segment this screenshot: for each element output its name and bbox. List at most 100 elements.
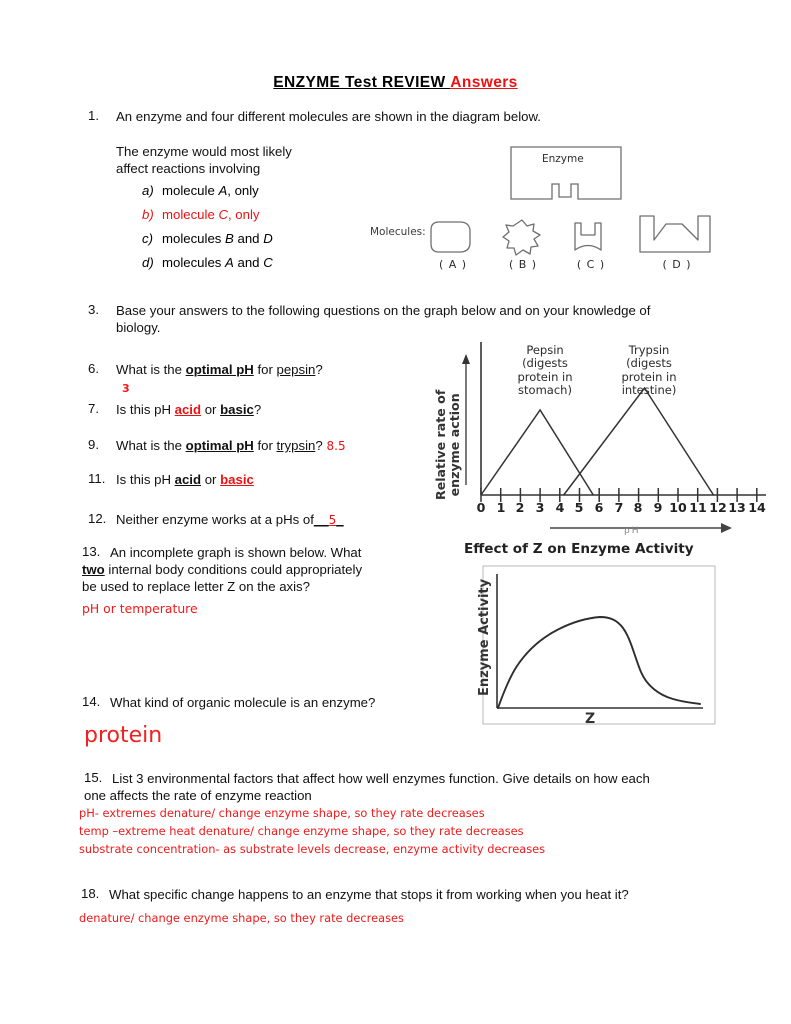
q1-choice-c[interactable]: c) molecules B and D (142, 230, 273, 247)
q11-option-acid[interactable]: acid (175, 472, 201, 487)
enzyme-activity-ylabel: Enzyme Activity (477, 578, 492, 696)
ph-tick-6: 6 (594, 500, 604, 515)
q18-text: What specific change happens to an enzym… (109, 887, 629, 902)
q9-text-c: ? (315, 438, 323, 453)
ph-chart-plot (462, 342, 766, 533)
q9-text-b: for (253, 438, 277, 453)
ph-tick-3: 3 (535, 500, 545, 515)
q6-enzyme-name: pepsin (276, 362, 316, 377)
q13-two-emphasis: two (82, 562, 105, 577)
molecule-c-caption: ( C ) (576, 258, 606, 271)
molecule-c-shape-icon (574, 222, 602, 251)
ph-tick-7: 7 (614, 500, 624, 515)
ph-tick-14: 14 (748, 500, 766, 515)
document-page: ENZYME Test REVIEW Answers 1. An enzyme … (0, 0, 791, 1024)
q15-answer-3: substrate concentration- as substrate le… (79, 842, 546, 856)
q14-text: What kind of organic molecule is an enzy… (110, 695, 376, 710)
q15-line2: one affects the rate of enzyme reaction (84, 788, 312, 803)
q6-text-a: What is the (116, 362, 186, 377)
q6-text-c: ? (315, 362, 323, 377)
q12-blank-suffix: _ (336, 512, 344, 527)
effect-of-z-title: Effect of Z on Enzyme Activity (464, 541, 694, 557)
q15-answer-1: pH- extremes denature/ change enzyme sha… (79, 806, 485, 820)
q9-optimal-ph: optimal pH (185, 438, 254, 453)
ph-enzyme-chart: Relative rate of enzyme action 0 1 2 3 4… (428, 340, 778, 555)
q14-answer: protein (84, 723, 163, 748)
q11-option-basic[interactable]: basic (220, 472, 254, 487)
enzyme-activity-plot (482, 565, 716, 725)
q3-line2: biology. (116, 320, 161, 335)
q13-line3: be used to replace letter Z on the axis? (82, 579, 310, 594)
ph-chart-xlabel: pH (624, 526, 641, 536)
q7-text-a: Is this pH (116, 402, 175, 417)
molecule-a-shape-icon (430, 221, 471, 253)
q11-text-a: Is this pH (116, 472, 175, 487)
ph-tick-0: 0 (476, 500, 486, 515)
q12-blank-prefix: __ (313, 512, 329, 527)
ph-tick-5: 5 (574, 500, 584, 515)
molecule-b-shape-icon (502, 219, 541, 256)
q9-enzyme-name: trypsin (276, 438, 316, 453)
q1-choice-a-label: a) (142, 183, 154, 198)
q1-lead-line2: affect reactions involving (116, 161, 261, 176)
q1-lead-line1: The enzyme would most likely (116, 144, 292, 159)
q6-answer: 3 (122, 382, 130, 395)
ph-tick-9: 9 (653, 500, 663, 515)
q11-text-b: or (201, 472, 221, 487)
q1-choice-c-text: molecules B and D (162, 231, 273, 246)
q1-choice-c-label: c) (142, 231, 153, 246)
q12-prompt: Neither enzyme works at a pHs of (116, 512, 314, 527)
q12-text: Neither enzyme works at a pHs of__5_ (116, 511, 344, 529)
q15-answer-2: temp –extreme heat denature/ change enzy… (79, 824, 524, 838)
molecule-d-caption: ( D ) (662, 258, 692, 271)
q9-answer: 8.5 (326, 439, 346, 453)
q7-option-basic[interactable]: basic (220, 402, 254, 417)
q1-choice-a-text: molecule A, only (162, 183, 259, 198)
q15-number: 15. (84, 770, 103, 785)
q6-text-b: for (253, 362, 277, 377)
page-title-answers: Answers (450, 74, 518, 91)
q12-number: 12. (88, 511, 107, 526)
q1-choice-b-text: molecule C, only (162, 207, 260, 222)
ph-tick-1: 1 (496, 500, 506, 515)
q18-number: 18. (81, 886, 100, 901)
q6-text: What is the optimal pH for pepsin? (116, 361, 323, 378)
q7-text-b: or (201, 402, 221, 417)
q13-number: 13. (82, 544, 101, 559)
q1-choice-d-label: d) (142, 255, 154, 270)
q11-text: Is this pH acid or basic (116, 471, 254, 488)
q13-line1: An incomplete graph is shown below. What (110, 545, 362, 560)
q1-stem: An enzyme and four different molecules a… (116, 109, 541, 124)
q1-number: 1. (88, 108, 99, 123)
ph-tick-2: 2 (515, 500, 525, 515)
q9-number: 9. (88, 437, 99, 452)
trypsin-annotation: Trypsin (digests protein in intestine) (621, 343, 677, 398)
q1-choice-d[interactable]: d) molecules A and C (142, 254, 273, 271)
q18-answer: denature/ change enzyme shape, so they r… (79, 911, 404, 925)
q1-choice-d-text: molecules A and C (162, 255, 273, 270)
q6-number: 6. (88, 361, 99, 376)
ph-tick-8: 8 (633, 500, 643, 515)
q1-choice-b[interactable]: b) molecule C, only (142, 206, 260, 223)
q7-text-c: ? (253, 402, 262, 417)
q15-line1: List 3 environmental factors that affect… (112, 771, 650, 786)
q13-answer: pH or temperature (82, 601, 198, 616)
q3-line1: Base your answers to the following quest… (116, 303, 651, 318)
q6-optimal-ph: optimal pH (185, 362, 254, 377)
q13-line2-rest: internal body conditions could appropria… (104, 562, 363, 577)
pepsin-annotation: Pepsin (digests protein in stomach) (517, 343, 573, 398)
q1-choice-a[interactable]: a) molecule A, only (142, 182, 259, 199)
q9-text-a: What is the (116, 438, 186, 453)
q1-choice-b-label: b) (142, 207, 154, 222)
molecule-d-shape-icon (639, 215, 711, 253)
q7-text: Is this pH acid or basic? (116, 401, 261, 418)
q14-number: 14. (82, 694, 101, 709)
enzyme-activity-xlabel: Z (585, 711, 596, 727)
molecule-b-caption: ( B ) (508, 258, 538, 271)
q11-number: 11. (88, 471, 106, 486)
enzyme-activity-chart: Enzyme Activity Z (455, 565, 716, 731)
q7-option-acid[interactable]: acid (175, 402, 201, 417)
enzyme-label: Enzyme (542, 153, 584, 165)
q3-number: 3. (88, 302, 99, 317)
enzyme-molecule-diagram: Enzyme Molecules: ( A ) ( B ) ( C ) ( D … (370, 138, 720, 278)
